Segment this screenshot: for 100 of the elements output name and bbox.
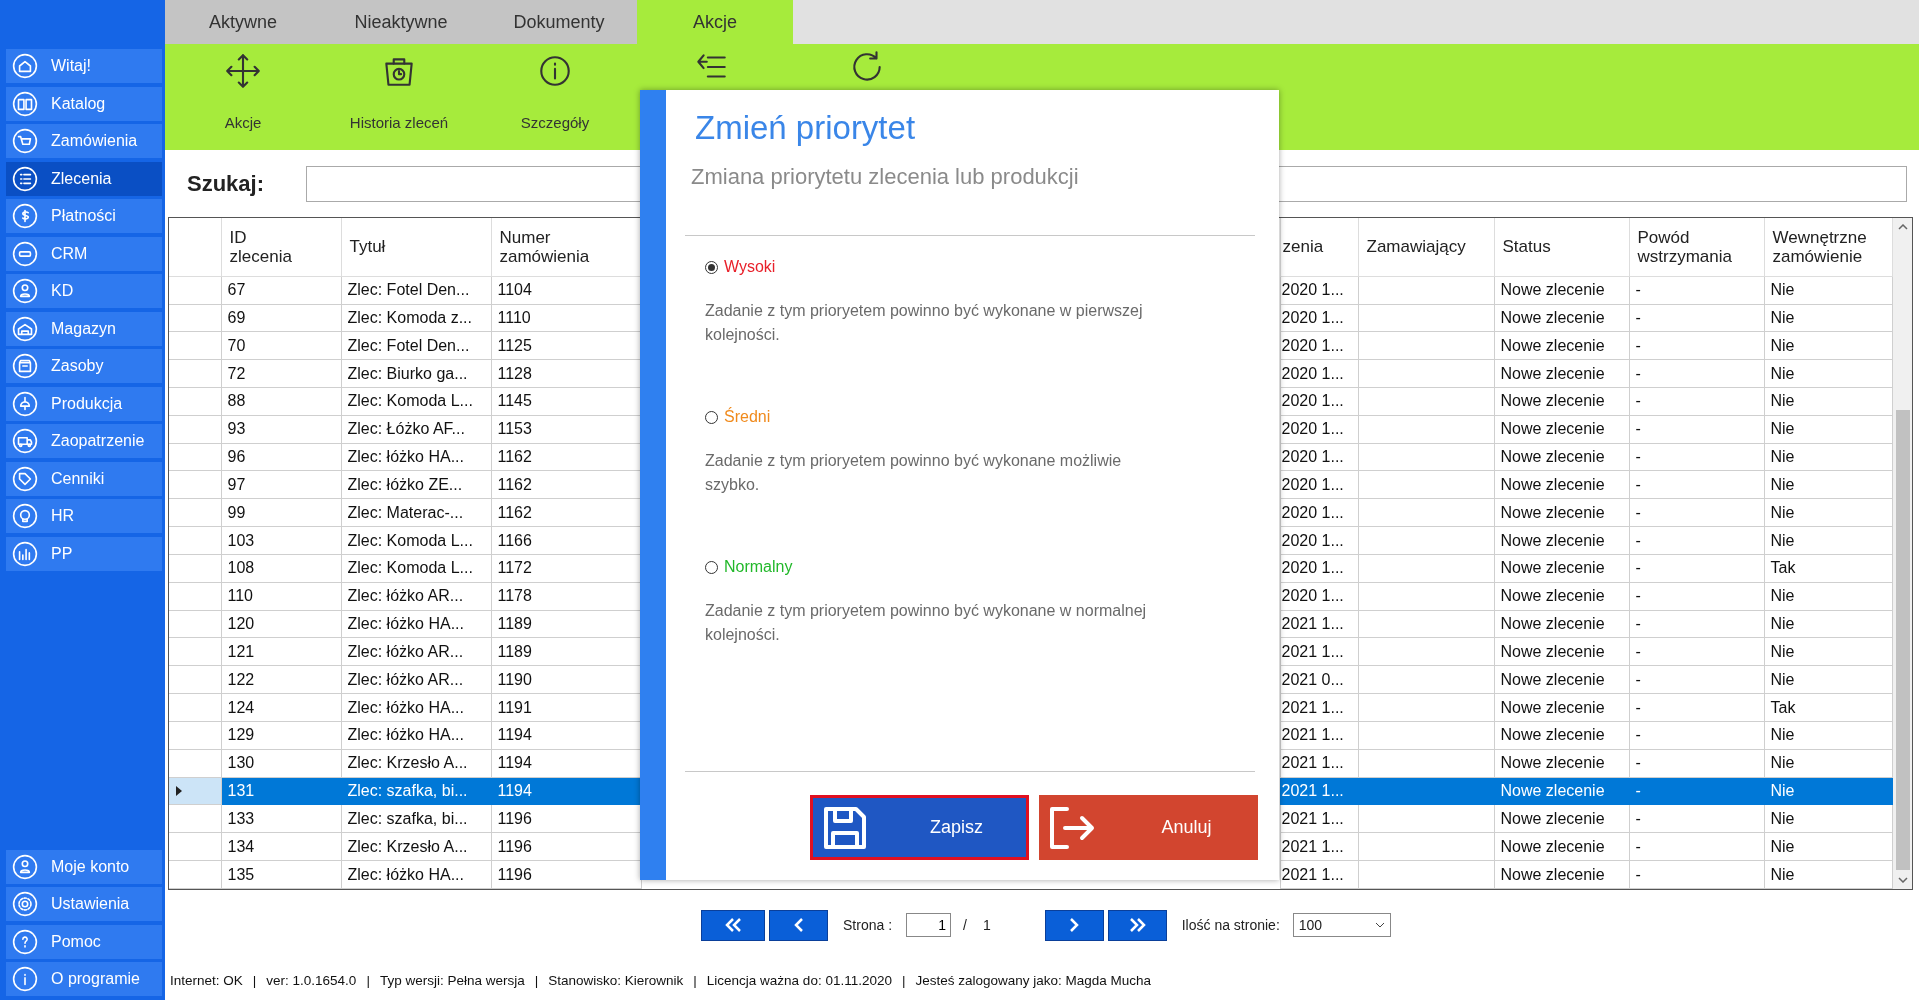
- tab[interactable]: Aktywne: [165, 0, 321, 44]
- book-icon: [12, 90, 38, 117]
- per-page-label: Ilość na stronie:: [1181, 917, 1280, 933]
- column-header[interactable]: Tytuł: [341, 218, 491, 277]
- next-page-icon: [1069, 917, 1080, 933]
- sidebar-item[interactable]: PP: [6, 536, 162, 571]
- column-header[interactable]: ID zlecenia: [221, 218, 341, 277]
- table-cell: Zlec: Komoda L...: [341, 554, 491, 583]
- table-cell: Nowe zlecenie: [1494, 693, 1629, 722]
- table-cell: Zlec: Krzesło A...: [341, 832, 491, 861]
- lamp-icon: [12, 390, 38, 417]
- table-cell: Tak: [1764, 693, 1892, 722]
- table-cell: Nie: [1764, 860, 1892, 889]
- sidebar-item[interactable]: Cenniki: [6, 461, 162, 496]
- table-cell: 1194: [491, 777, 641, 805]
- dollar-icon: [12, 203, 38, 229]
- sidebar-item[interactable]: Witaj!: [6, 49, 162, 83]
- sidebar-item[interactable]: KD: [6, 274, 162, 308]
- table-cell: Zlec: Fotel Den...: [341, 331, 491, 360]
- scrollbar[interactable]: [1892, 218, 1912, 889]
- table-cell: -: [1629, 693, 1764, 722]
- radio-label[interactable]: Normalny: [724, 558, 793, 576]
- table-cell: Nowe zlecenie: [1494, 665, 1629, 694]
- status-text: Typ wersji: Pełna wersja: [379, 972, 525, 988]
- prev-page-button[interactable]: [769, 909, 828, 941]
- table-cell: 135: [221, 860, 341, 889]
- sidebar-item[interactable]: CRM: [6, 236, 162, 271]
- sidebar-item[interactable]: Ustawienia: [6, 887, 162, 921]
- table-cell: -: [1629, 804, 1764, 833]
- sidebar-item[interactable]: O programie: [6, 962, 162, 996]
- column-header[interactable]: Powód wstrzymania: [1629, 218, 1764, 277]
- scroll-down-icon[interactable]: [1897, 877, 1908, 883]
- table-cell: Nowe zlecenie: [1494, 276, 1629, 304]
- radio-label[interactable]: Średni: [724, 408, 771, 426]
- chevron-down-icon: [1374, 922, 1385, 928]
- toolbar-button[interactable]: Historia zleceń: [321, 44, 477, 150]
- page-field[interactable]: 1: [906, 913, 952, 937]
- sidebar-item[interactable]: Pomoc: [6, 924, 162, 959]
- table-cell: -: [1629, 721, 1764, 750]
- table-cell: Nie: [1764, 582, 1892, 611]
- tab[interactable]: Dokumenty: [481, 0, 637, 44]
- sidebar-item[interactable]: Zaopatrzenie: [6, 424, 162, 458]
- table-cell: 134: [221, 832, 341, 861]
- sidebar-item[interactable]: Moje konto: [6, 849, 162, 884]
- home-icon: [12, 53, 38, 79]
- table-cell: Nie: [1764, 526, 1892, 555]
- sidebar-item[interactable]: Produkcja: [6, 386, 162, 421]
- last-page-button[interactable]: [1107, 909, 1167, 941]
- page-total: 1: [982, 917, 991, 933]
- table-cell: 2020 1...: [1280, 526, 1358, 555]
- sidebar-item[interactable]: Zamówienia: [6, 124, 162, 158]
- sidebar-item[interactable]: Katalog: [6, 86, 162, 121]
- first-page-icon: [724, 917, 742, 933]
- table-cell: Nowe zlecenie: [1494, 526, 1629, 555]
- table-cell: Nowe zlecenie: [1494, 471, 1629, 499]
- sidebar-item[interactable]: Płatności: [6, 199, 162, 233]
- sidebar-item[interactable]: Magazyn: [6, 311, 162, 346]
- tab[interactable]: Akcje: [637, 0, 793, 44]
- table-cell: Nie: [1764, 387, 1892, 416]
- box-icon: [12, 353, 38, 379]
- table-cell: 88: [221, 387, 341, 416]
- toolbar-button[interactable]: Akcje: [165, 44, 321, 150]
- separator: |: [252, 972, 257, 988]
- table-cell: 2020 1...: [1280, 387, 1358, 416]
- first-page-button[interactable]: [701, 909, 765, 941]
- radio-label[interactable]: Wysoki: [724, 258, 776, 276]
- page-label: Strona :: [843, 917, 893, 933]
- sidebar-item[interactable]: HR: [6, 499, 162, 533]
- column-header[interactable]: Zamawiający: [1358, 218, 1494, 277]
- cancel-button[interactable]: Anuluj: [1039, 795, 1258, 860]
- sidebar-item[interactable]: Zasoby: [6, 349, 162, 383]
- table-cell: Nie: [1764, 637, 1892, 666]
- tab[interactable]: Nieaktywne: [321, 0, 481, 44]
- table-cell: -: [1629, 276, 1764, 304]
- status-text: Stanowisko: Kierownik: [548, 972, 684, 988]
- separator: |: [901, 972, 906, 988]
- next-page-button[interactable]: [1044, 909, 1104, 941]
- column-header[interactable]: zenia: [1280, 218, 1358, 277]
- table-cell: 133: [221, 804, 341, 833]
- save-button[interactable]: Zapisz: [810, 795, 1029, 860]
- table-cell: 2020 1...: [1280, 582, 1358, 611]
- table-cell: Nie: [1764, 443, 1892, 471]
- table-cell: 2021 1...: [1280, 693, 1358, 722]
- column-header[interactable]: Status: [1494, 218, 1629, 277]
- per-page-dropdown[interactable]: 100: [1292, 913, 1391, 937]
- table-cell: -: [1629, 471, 1764, 499]
- table-cell: Zlec: szafka, bi...: [341, 804, 491, 833]
- page-separator: /: [963, 917, 967, 933]
- scroll-up-icon[interactable]: [1897, 224, 1908, 230]
- table-cell: 2020 1...: [1280, 276, 1358, 304]
- table-cell: Nowe zlecenie: [1494, 777, 1629, 805]
- sidebar-item[interactable]: Zlecenia: [6, 161, 162, 196]
- table-cell: 2020 1...: [1280, 471, 1358, 499]
- tag-icon: [12, 465, 38, 492]
- person-icon: [12, 853, 38, 880]
- table-cell: -: [1629, 387, 1764, 416]
- column-header[interactable]: Wewnętrzne zamówienie: [1764, 218, 1892, 277]
- separator: |: [366, 972, 370, 988]
- toolbar-button[interactable]: Szczegóły: [477, 44, 633, 150]
- table-cell: 2021 1...: [1280, 749, 1358, 778]
